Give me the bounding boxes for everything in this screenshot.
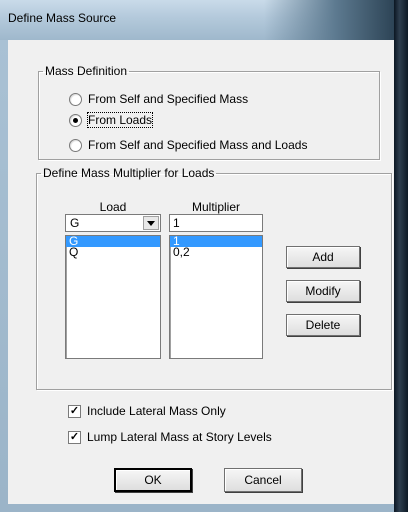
load-list-item[interactable]: G <box>66 235 160 247</box>
radio-self-specified-mass-and-loads[interactable]: From Self and Specified Mass and Loads <box>69 138 307 152</box>
title-bar[interactable]: Define Mass Source <box>0 0 394 40</box>
multiplier-column-header: Multiplier <box>191 200 240 214</box>
cancel-button[interactable]: Cancel <box>224 468 302 492</box>
radio-label[interactable]: From Self and Specified Mass <box>88 92 248 106</box>
dialog-body: Mass Definition From Self and Specified … <box>8 40 394 504</box>
load-select-dropdown-button[interactable] <box>143 216 159 230</box>
radio-indicator-selected[interactable] <box>69 113 82 127</box>
load-list[interactable]: G Q <box>65 235 161 359</box>
radio-from-loads[interactable]: From Loads <box>69 112 154 128</box>
window-frame-bottom <box>0 504 394 512</box>
add-button[interactable]: Add <box>286 246 360 268</box>
multiplier-input[interactable]: 1 <box>169 214 263 232</box>
radio-indicator[interactable] <box>69 92 82 106</box>
load-select[interactable]: G <box>65 214 161 232</box>
multiplier-list[interactable]: 1 0,2 <box>169 235 263 359</box>
lump-lateral-mass-checkbox[interactable]: ✓ Lump Lateral Mass at Story Levels <box>68 430 272 444</box>
window-frame-left <box>0 40 8 512</box>
mass-multiplier-legend: Define Mass Multiplier for Loads <box>43 166 215 180</box>
checkbox-label[interactable]: Lump Lateral Mass at Story Levels <box>87 430 272 444</box>
ok-button[interactable]: OK <box>114 468 192 492</box>
checkbox-label[interactable]: Include Lateral Mass Only <box>87 404 226 418</box>
checkmark-icon[interactable]: ✓ <box>68 430 81 444</box>
radio-label[interactable]: From Loads <box>86 112 154 128</box>
multiplier-list-item[interactable]: 0,2 <box>170 246 262 258</box>
radio-label[interactable]: From Self and Specified Mass and Loads <box>88 138 307 152</box>
title-bar-glass <box>264 0 394 40</box>
include-lateral-mass-only-checkbox[interactable]: ✓ Include Lateral Mass Only <box>68 404 226 418</box>
load-list-item[interactable]: Q <box>66 246 160 258</box>
load-column-header: Load <box>99 200 127 214</box>
multiplier-input-value: 1 <box>173 216 180 230</box>
window-title: Define Mass Source <box>8 11 117 25</box>
radio-indicator[interactable] <box>69 138 82 152</box>
chevron-down-icon <box>147 220 155 226</box>
background-window-edge <box>394 0 408 512</box>
load-select-value: G <box>70 216 80 230</box>
delete-button[interactable]: Delete <box>286 314 360 336</box>
modify-button[interactable]: Modify <box>286 280 360 302</box>
radio-self-specified-mass[interactable]: From Self and Specified Mass <box>69 92 248 106</box>
checkmark-icon[interactable]: ✓ <box>68 404 81 418</box>
mass-definition-legend: Mass Definition <box>45 64 128 78</box>
